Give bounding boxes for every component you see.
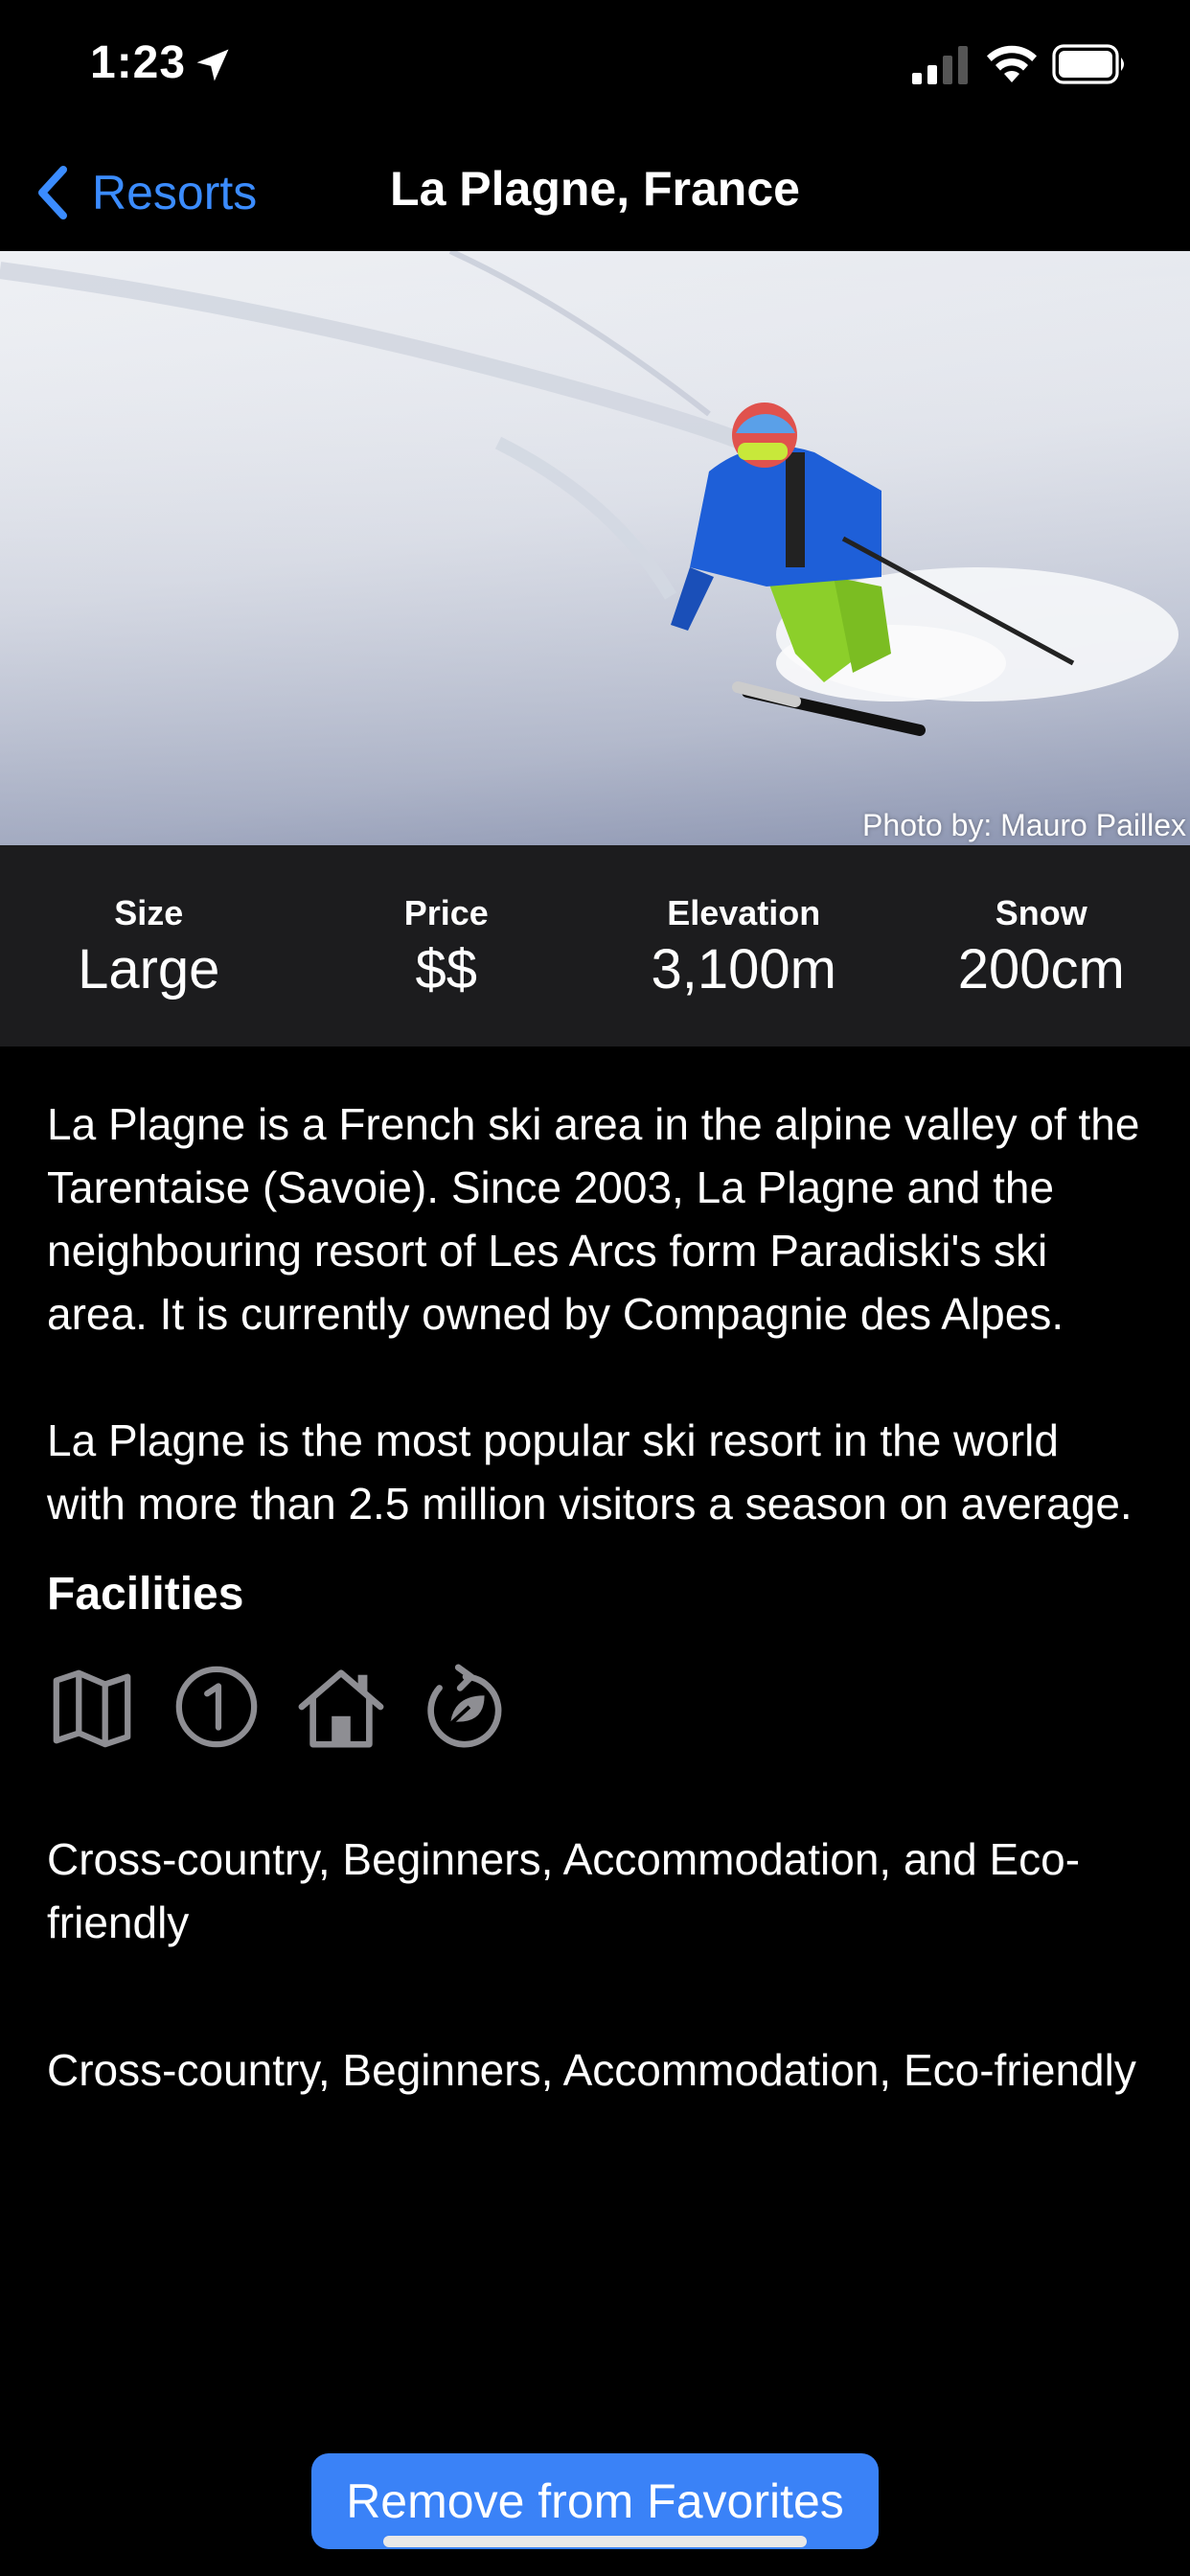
eco-leaf-icon [427, 1664, 502, 1748]
photo-credit: Photo by: Mauro Paillex [862, 808, 1186, 842]
resort-details: La Plagne is a French ski area in the al… [47, 1092, 1149, 2102]
stat-snow: Snow 200cm [893, 845, 1190, 1046]
description-paragraph: La Plagne is a French ski area in the al… [47, 1099, 1140, 1339]
wifi-icon [987, 45, 1037, 82]
status-bar: 1:23 [0, 0, 1190, 134]
home-indicator [383, 2536, 807, 2547]
stat-value: 200cm [957, 938, 1125, 1000]
facilities-heading: Facilities [47, 1569, 244, 1620]
stat-elevation: Elevation 3,100m [595, 845, 893, 1046]
facility-icons [47, 1659, 1149, 1755]
navigation-bar: Resorts La Plagne, France [0, 134, 1190, 251]
resort-hero-photo: Photo by: Mauro Paillex [0, 251, 1190, 845]
battery-icon [1052, 44, 1124, 84]
resort-stats: Size Large Price $$ Elevation 3,100m Sno… [0, 845, 1190, 1046]
number-one-icon [175, 1666, 258, 1748]
stat-value: $$ [415, 938, 477, 1000]
house-icon [298, 1669, 384, 1748]
description-paragraph: La Plagne is the most popular ski resort… [47, 1415, 1133, 1529]
stat-price: Price $$ [298, 845, 596, 1046]
map-icon [53, 1669, 131, 1748]
page-title: La Plagne, France [390, 162, 800, 216]
stat-size: Size Large [0, 845, 298, 1046]
facilities-list: Cross-country, Beginners, Accommodation,… [47, 1834, 1081, 1947]
stat-value: Large [78, 938, 220, 1000]
stat-label: Elevation [667, 893, 821, 932]
location-arrow-icon [196, 49, 229, 81]
cellular-signal-icon [912, 46, 968, 84]
stat-value: 3,100m [651, 938, 836, 1000]
skier-illustration [0, 251, 1190, 845]
status-time: 1:23 [90, 37, 187, 88]
remove-from-favorites-button[interactable]: Remove from Favorites [311, 2453, 879, 2549]
facilities-list-comma: Cross-country, Beginners, Accommodation,… [47, 2045, 1136, 2095]
stat-label: Size [114, 893, 184, 932]
stat-label: Price [403, 893, 489, 932]
stat-label: Snow [995, 893, 1087, 932]
